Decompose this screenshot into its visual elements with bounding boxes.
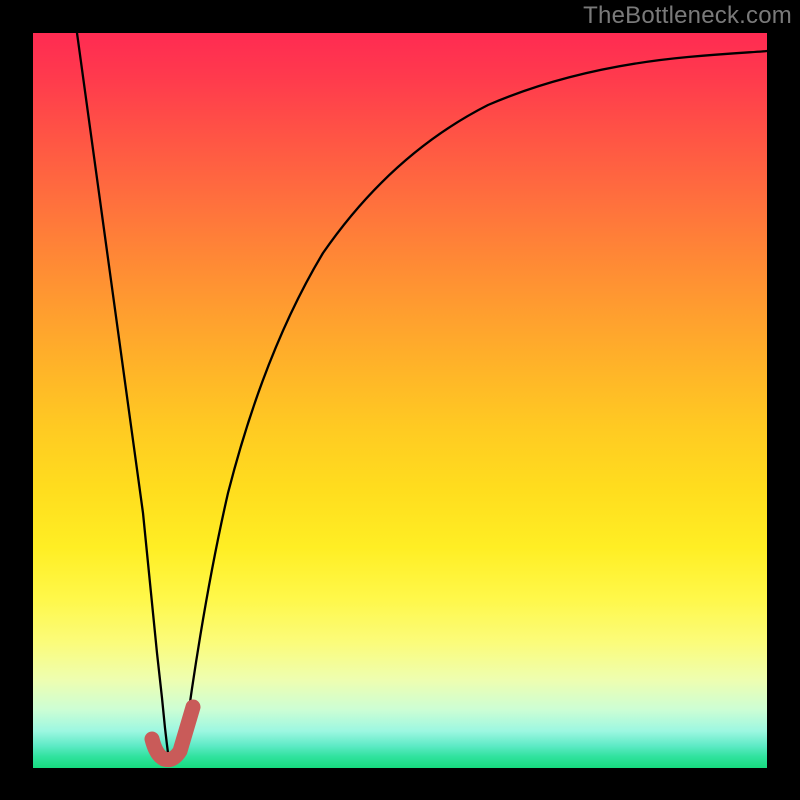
left-descending-curve — [77, 33, 168, 753]
chart-stage: TheBottleneck.com — [0, 0, 800, 800]
plot-area — [33, 33, 767, 768]
curve-layer — [33, 33, 767, 768]
right-ascending-curve — [184, 51, 767, 745]
watermark-text: TheBottleneck.com — [583, 2, 792, 30]
minimum-check-icon — [152, 707, 193, 760]
